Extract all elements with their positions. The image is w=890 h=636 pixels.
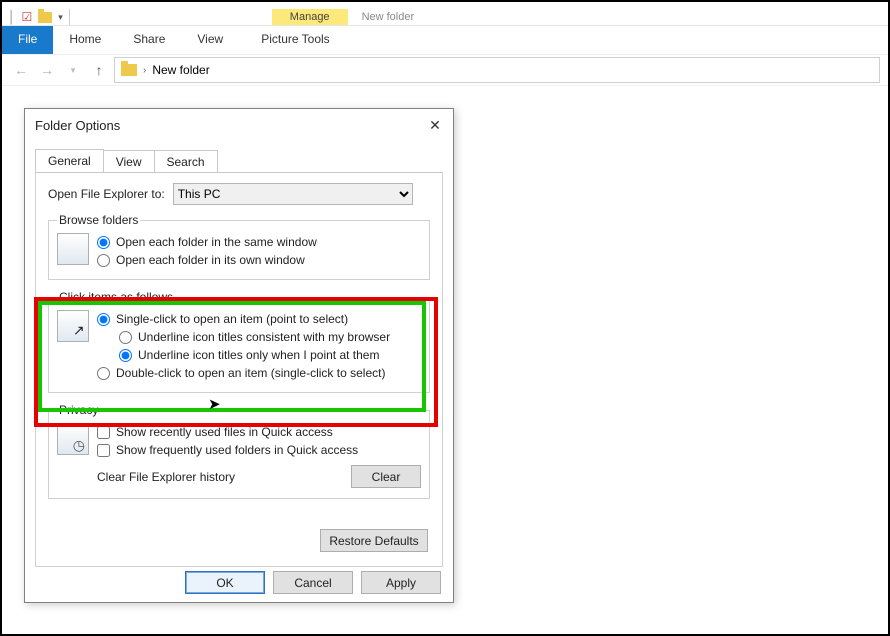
qat-check-icon[interactable]: ☑ [22, 10, 33, 24]
clear-button[interactable]: Clear [351, 465, 421, 488]
apply-button[interactable]: Apply [361, 571, 441, 594]
check-freq-folders[interactable]: Show frequently used folders in Quick ac… [97, 441, 421, 459]
context-tab-manage[interactable]: Manage [272, 9, 348, 25]
address-path[interactable]: › New folder [114, 57, 880, 83]
radio-own-window[interactable]: Open each folder in its own window [97, 251, 421, 269]
close-icon[interactable]: ✕ [427, 117, 443, 133]
tab-search[interactable]: Search [154, 150, 218, 173]
folder-icon [121, 64, 137, 76]
browse-folders-group: Browse folders Open each folder in the s… [48, 213, 430, 280]
qat-separator [69, 9, 70, 25]
dialog-title: Folder Options [35, 118, 120, 133]
tab-general[interactable]: General [35, 149, 104, 172]
ok-button[interactable]: OK [185, 571, 265, 594]
radio-underline-browser[interactable]: Underline icon titles consistent with my… [119, 328, 421, 346]
qat-dropdown-icon[interactable]: ▾ [58, 12, 63, 23]
radio-same-window-input[interactable] [97, 236, 110, 249]
click-items-group: Click items as follows Single-click to o… [48, 290, 430, 393]
click-items-legend: Click items as follows [57, 290, 175, 304]
dialog-body: Open File Explorer to: This PC Browse fo… [35, 172, 443, 567]
chevron-right-icon: › [143, 65, 146, 76]
check-recent-files[interactable]: Show recently used files in Quick access [97, 423, 421, 441]
tab-view[interactable]: View [181, 26, 239, 54]
address-bar: ← → ▾ ↑ › New folder [2, 54, 888, 86]
dialog-tabs: General View Search [25, 149, 453, 172]
tab-view-dialog[interactable]: View [103, 150, 155, 173]
dialog-titlebar: Folder Options ✕ [25, 109, 453, 139]
radio-underline-point[interactable]: Underline icon titles only when I point … [119, 346, 421, 364]
cancel-button[interactable]: Cancel [273, 571, 353, 594]
click-items-icon [57, 310, 89, 342]
tab-share[interactable]: Share [117, 26, 181, 54]
nav-back-button[interactable]: ← [10, 59, 32, 81]
qat-divider-icon: │ [8, 10, 16, 24]
nav-recent-dropdown[interactable]: ▾ [62, 59, 84, 81]
privacy-group: Privacy Show recently used files in Quic… [48, 403, 430, 499]
privacy-legend: Privacy [57, 403, 100, 417]
restore-defaults-button[interactable]: Restore Defaults [320, 529, 428, 552]
radio-own-window-input[interactable] [97, 254, 110, 267]
tab-home[interactable]: Home [53, 26, 117, 54]
check-freq-folders-input[interactable] [97, 444, 110, 457]
check-recent-files-input[interactable] [97, 426, 110, 439]
radio-underline-point-input[interactable] [119, 349, 132, 362]
dialog-buttons: OK Cancel Apply [185, 571, 441, 594]
folder-options-dialog: Folder Options ✕ General View Search Ope… [24, 108, 454, 603]
tab-picture-tools[interactable]: Picture Tools [245, 26, 345, 54]
browse-folders-legend: Browse folders [57, 213, 140, 227]
radio-double-click-input[interactable] [97, 367, 110, 380]
open-to-label: Open File Explorer to: [48, 187, 165, 201]
radio-underline-browser-input[interactable] [119, 331, 132, 344]
privacy-icon [57, 423, 89, 455]
clear-history-label: Clear File Explorer history [97, 470, 235, 484]
browse-folders-icon [57, 233, 89, 265]
nav-forward-button[interactable]: → [36, 59, 58, 81]
nav-up-button[interactable]: ↑ [88, 59, 110, 81]
address-folder-name: New folder [152, 63, 209, 77]
context-tab-title: New folder [348, 9, 429, 25]
open-to-select[interactable]: This PC [173, 183, 413, 205]
ribbon-context-row: │ ☑ ▾ Manage New folder [2, 2, 888, 26]
radio-single-click[interactable]: Single-click to open an item (point to s… [97, 310, 421, 328]
radio-same-window[interactable]: Open each folder in the same window [97, 233, 421, 251]
ribbon-tabs: File Home Share View Picture Tools [2, 26, 888, 54]
tab-file[interactable]: File [2, 26, 53, 54]
quick-access-toolbar: │ ☑ ▾ [8, 9, 82, 25]
qat-folder-icon[interactable] [38, 12, 52, 23]
radio-single-click-input[interactable] [97, 313, 110, 326]
radio-double-click[interactable]: Double-click to open an item (single-cli… [97, 364, 421, 382]
